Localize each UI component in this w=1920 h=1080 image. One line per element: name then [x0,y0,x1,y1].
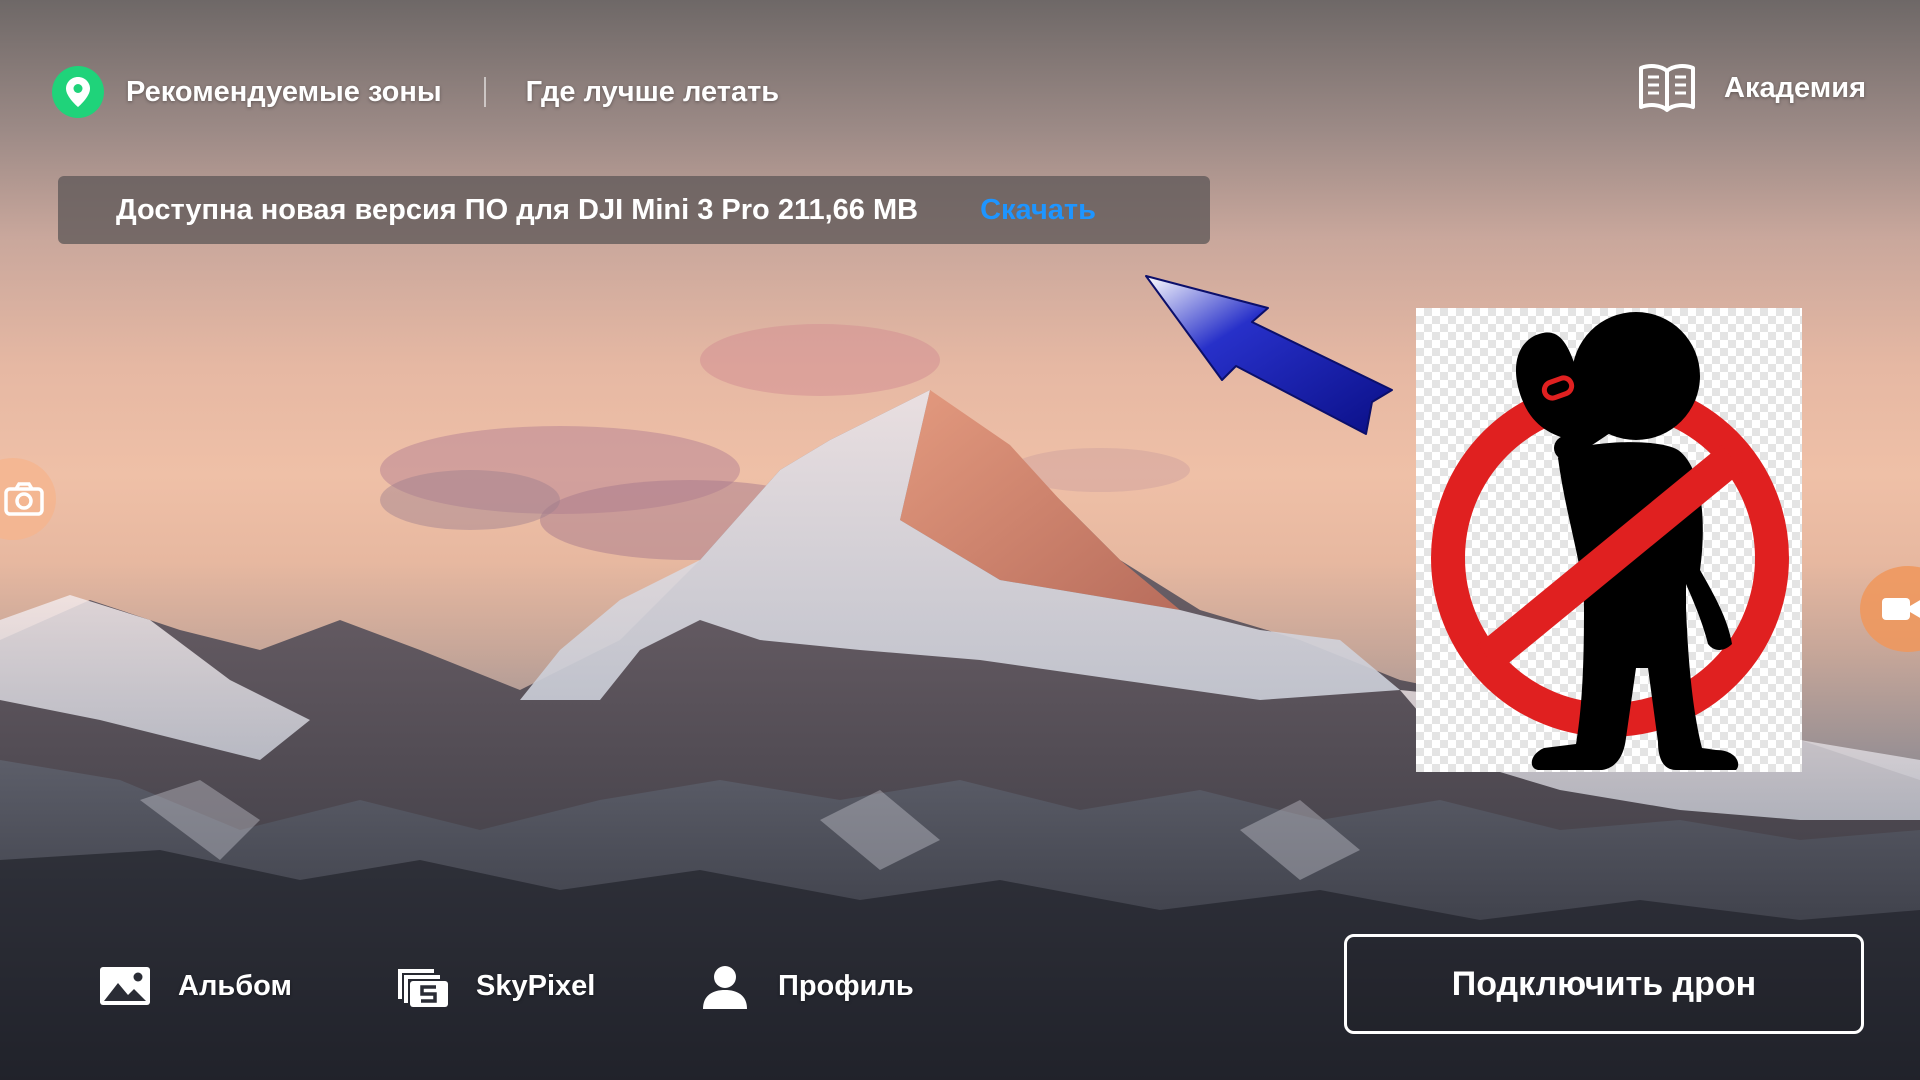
firmware-update-banner: Доступна новая версия ПО для DJI Mini 3 … [58,176,1210,244]
connect-drone-button[interactable]: Подключить дрон [1344,934,1864,1034]
location-pin-icon[interactable] [52,66,104,118]
academy-label: Академия [1724,71,1866,104]
camera-icon [4,482,44,516]
best-places-link[interactable]: Где лучше летать [526,76,779,109]
skypixel-icon [398,969,448,1007]
profile-icon [703,966,747,1009]
recommended-zones-link[interactable]: Рекомендуемые зоны [126,76,442,109]
no-picking-nose-sign-icon [1431,312,1789,770]
top-navigation: Рекомендуемые зоны Где лучше летать [52,64,779,120]
profile-label: Профиль [778,969,914,1002]
album-icon [100,967,150,1005]
book-icon [1639,64,1696,112]
album-label: Альбом [178,969,292,1002]
download-link[interactable]: Скачать [980,194,1096,227]
academy-button[interactable]: Академия [1638,58,1866,118]
dji-fly-home-screen: Рекомендуемые зоны Где лучше летать Акад… [0,0,1920,1080]
skypixel-label: SkyPixel [476,969,596,1002]
skypixel-button[interactable]: SkyPixel [396,960,595,1012]
album-button[interactable]: Альбом [98,960,292,1012]
update-message: Доступна новая версия ПО для DJI Mini 3 … [116,193,919,226]
nav-divider [483,77,486,107]
profile-button[interactable]: Профиль [698,960,914,1012]
blue-arrow-icon [1145,275,1393,435]
video-camera-icon [1882,598,1920,620]
no-picking-nose-sign [1416,308,1802,772]
